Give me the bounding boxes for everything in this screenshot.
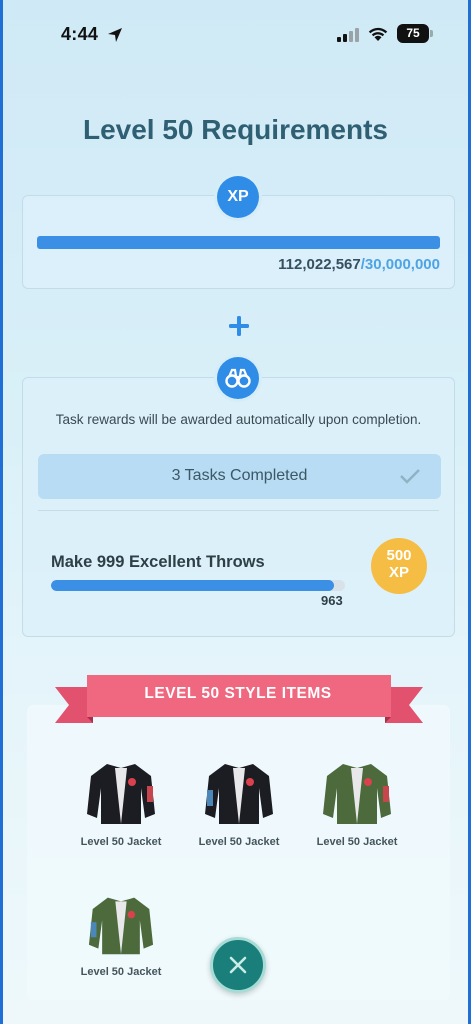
task-progress-fill (51, 580, 335, 591)
style-item-label: Level 50 Jacket (80, 966, 162, 978)
battery-level: 75 (397, 24, 429, 43)
style-items-banner-label: LEVEL 50 STYLE ITEMS (144, 685, 332, 702)
binoculars-badge (217, 357, 259, 399)
task-progress-bar (51, 580, 345, 591)
xp-progress-bar (37, 236, 440, 249)
page-title: Level 50 Requirements (82, 114, 389, 145)
jacket-icon (88, 897, 154, 955)
task-name: Make 999 Excellent Throws (51, 553, 265, 571)
style-item[interactable]: Level 50 Jacket (302, 758, 412, 848)
location-arrow-icon (108, 28, 122, 42)
xp-badge: XP (217, 176, 259, 218)
style-item[interactable]: Level 50 Jacket (66, 758, 176, 848)
close-icon (229, 956, 247, 974)
tasks-note: Task rewards will be awarded automatical… (55, 412, 422, 427)
battery-icon: 75 (397, 24, 433, 43)
style-item[interactable]: Level 50 Jacket (184, 758, 294, 848)
status-bar: 4:44 75 (3, 0, 468, 64)
style-item-label: Level 50 Jacket (198, 836, 280, 848)
xp-value: 112,022,567/30,000,000 (278, 256, 440, 273)
jacket-icon (87, 764, 155, 824)
style-item-label: Level 50 Jacket (80, 836, 162, 848)
style-item-label: Level 50 Jacket (316, 836, 398, 848)
tasks-completed-label: 3 Tasks Completed (171, 467, 308, 484)
task-reward-badge: 500 XP (371, 538, 427, 594)
jacket-icon (323, 764, 391, 824)
task-count: 963 (321, 593, 343, 608)
close-button[interactable] (210, 937, 266, 993)
status-time: 4:44 (61, 24, 99, 44)
style-item[interactable]: Level 50 Jacket (66, 892, 176, 978)
reward-amount: 500 (386, 547, 412, 564)
checkmark-icon (400, 469, 420, 484)
xp-goal: /30,000,000 (360, 256, 440, 273)
tasks-completed-toggle[interactable]: 3 Tasks Completed (38, 454, 441, 499)
reward-unit: XP (388, 564, 409, 581)
jacket-icon (205, 764, 273, 824)
tasks-card: Task rewards will be awarded automatical… (22, 377, 455, 637)
binoculars-icon (225, 368, 251, 388)
xp-current: 112,022,567 (278, 256, 361, 273)
cellular-signal-icon (337, 28, 359, 42)
plus-icon (229, 316, 249, 336)
divider (38, 510, 439, 511)
wifi-icon (368, 27, 388, 41)
